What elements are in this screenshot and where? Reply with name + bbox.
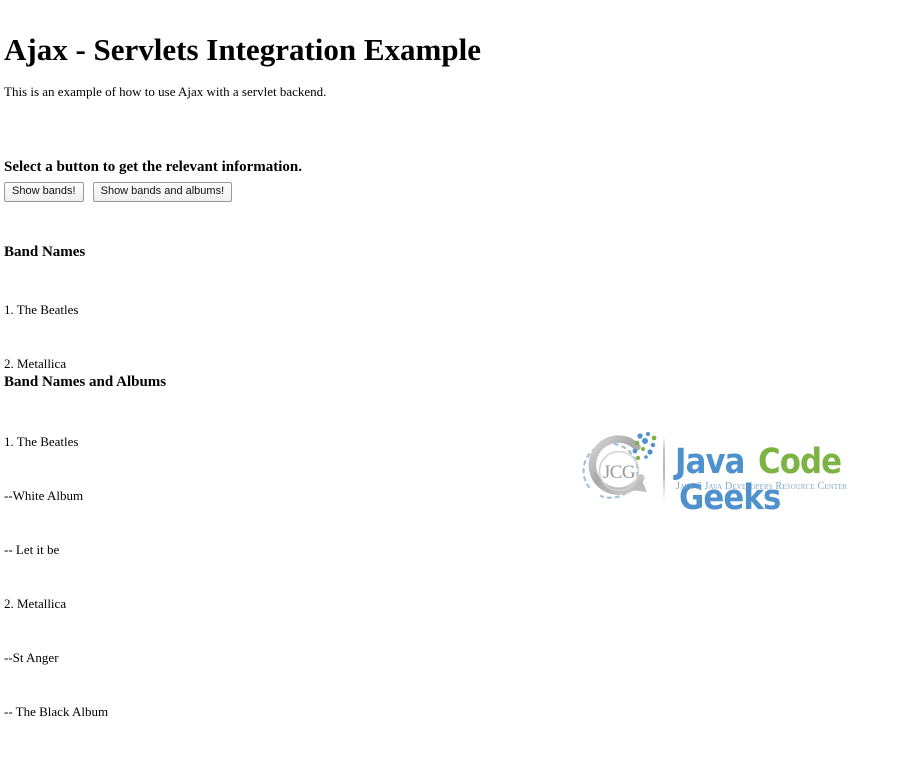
logo-divider (663, 437, 665, 501)
intro-paragraph: This is an example of how to use Ajax wi… (4, 84, 327, 99)
list-item: --St Anger (4, 650, 59, 665)
java-code-geeks-logo: JCG Java CodeGeeks Java 2 Java Developer… (575, 428, 900, 516)
show-bands-and-albums-button[interactable]: Show bands and albums! (92, 182, 233, 202)
logo-tagline: Java 2 Java Developers Resource Center (676, 481, 848, 492)
logo-wordmark: Java CodeGeeks (675, 442, 900, 516)
list-item: 1. The Beatles (4, 302, 79, 317)
logo-word-code: Code (758, 442, 842, 482)
jcg-emblem-icon: JCG (575, 430, 663, 508)
band-names-heading: Band Names (4, 244, 86, 260)
list-item: --White Album (4, 488, 84, 503)
show-bands-button[interactable]: Show bands! (4, 182, 84, 202)
list-item: -- The Black Album (4, 704, 109, 719)
band-albums-result-list: 1. The Beatles --White Album -- Let it b… (4, 397, 108, 757)
band-names-and-albums-heading: Band Names and Albums (4, 374, 167, 390)
list-item: 1. The Beatles (4, 434, 79, 449)
list-item: 2. Metallica (4, 596, 67, 611)
logo-word-java: Java (675, 442, 745, 482)
page-root: Ajax - Servlets Integration Example This… (0, 0, 900, 719)
action-button-row: Show bands! Show bands and albums! (4, 182, 233, 202)
list-item: -- Let it be (4, 542, 60, 557)
list-item: 2. Metallica (4, 356, 67, 371)
svg-text:JCG: JCG (603, 462, 636, 483)
prompt-heading: Select a button to get the relevant info… (4, 159, 303, 175)
page-title: Ajax - Servlets Integration Example (4, 31, 481, 67)
